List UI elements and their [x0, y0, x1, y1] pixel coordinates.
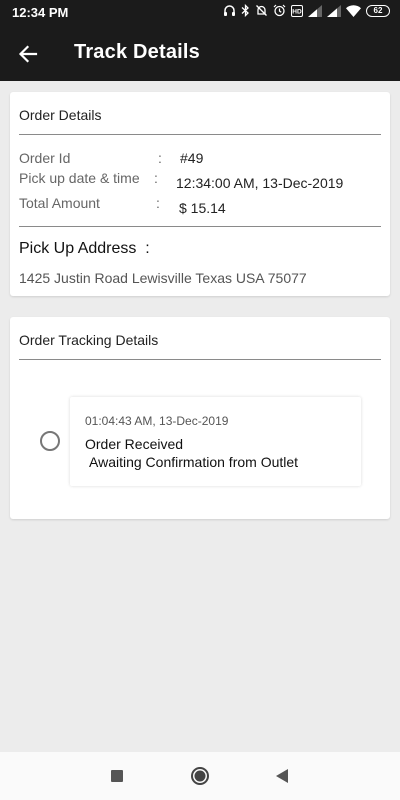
mute-icon: [256, 5, 267, 16]
total-amount-value: $ 15.14: [179, 200, 226, 216]
pickup-address-text: 1425 Justin Road Lewisville Texas USA 75…: [19, 270, 307, 286]
home-button[interactable]: [188, 766, 212, 786]
back-button[interactable]: [12, 39, 44, 69]
signal-icon: [308, 4, 322, 17]
bluetooth-icon: [241, 4, 249, 17]
divider: [19, 134, 381, 135]
signal-icon: [327, 4, 341, 17]
total-amount-label: Total Amount: [19, 195, 100, 211]
tracking-event-timestamp: 01:04:43 AM, 13-Dec-2019: [85, 414, 229, 428]
divider: [19, 359, 381, 360]
hd-icon: HD: [291, 4, 303, 17]
headphones-icon: [224, 5, 235, 16]
system-nav-bar: [0, 752, 400, 800]
status-time: 12:34 PM: [12, 5, 69, 20]
app-bar: Track Details: [0, 26, 400, 81]
tracking-event-detail: Awaiting Confirmation from Outlet: [89, 454, 299, 470]
total-amount-colon: :: [156, 195, 160, 211]
recents-button[interactable]: [105, 766, 129, 786]
home-circle-icon: [191, 767, 209, 785]
order-id-value: #49: [180, 150, 204, 166]
battery-level: 62: [373, 5, 383, 15]
alarm-icon: [273, 4, 286, 17]
order-tracking-card: Order Tracking Details 01:04:43 AM, 13-D…: [10, 317, 390, 519]
order-details-card: Order Details Order Id : #49 Pick up dat…: [10, 92, 390, 296]
wifi-icon: [346, 4, 361, 17]
status-icons: HD 62: [223, 4, 390, 17]
pickup-datetime-label: Pick up date & time: [19, 170, 140, 186]
order-id-label: Order Id: [19, 150, 71, 166]
divider: [19, 226, 381, 227]
svg-text:HD: HD: [292, 8, 302, 15]
order-tracking-title: Order Tracking Details: [19, 332, 159, 348]
pickup-address-colon: :: [145, 240, 150, 257]
back-triangle-icon: [276, 769, 288, 783]
pickup-address-heading-text: Pick Up Address: [19, 240, 137, 257]
arrow-left-icon: [18, 45, 38, 63]
pickup-datetime-value: 12:34:00 AM, 13-Dec-2019: [176, 175, 344, 191]
battery-icon: 62: [366, 4, 390, 17]
page-title: Track Details: [74, 41, 201, 63]
nav-back-button[interactable]: [270, 766, 294, 786]
tracking-status-radio[interactable]: [40, 431, 60, 451]
pickup-address-heading: Pick Up Address :: [19, 240, 150, 258]
pickup-datetime-colon: :: [154, 170, 158, 186]
order-id-colon: :: [158, 150, 162, 166]
order-details-title: Order Details: [19, 107, 102, 123]
tracking-event-card: 01:04:43 AM, 13-Dec-2019 Order Received …: [70, 397, 361, 486]
tracking-event-status: Order Received: [85, 436, 184, 452]
status-bar: 12:34 PM HD 62: [0, 0, 400, 26]
recents-square-icon: [111, 770, 123, 782]
